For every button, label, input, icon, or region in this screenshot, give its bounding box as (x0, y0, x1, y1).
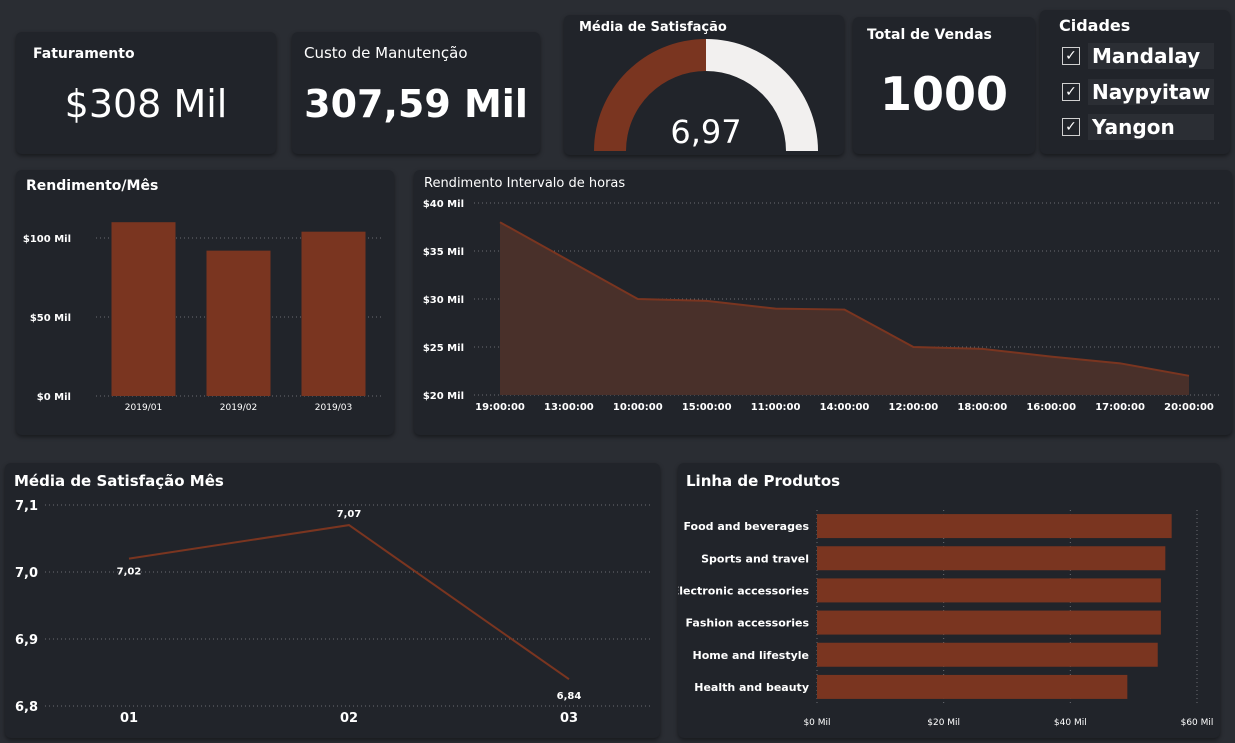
slicer-item-label: Naypyitaw (1088, 79, 1214, 105)
x-tick-label: 18:00:00 (957, 402, 1007, 413)
x-tick-label: 12:00:00 (889, 402, 939, 413)
x-tick-label: 2019/01 (125, 403, 162, 413)
vendas-value: 1000 (879, 67, 1009, 121)
bar (817, 546, 1166, 571)
gauge-value: 6,97 (670, 113, 741, 151)
vendas-title: Total de Vendas (867, 27, 992, 43)
bar (301, 231, 366, 396)
x-tick-label: 01 (120, 711, 138, 726)
rendimento-mes-card: Rendimento/Mês $0 Mil $50 Mil $100 Mil 2019… (16, 170, 394, 435)
slicer-item-yangon[interactable]: ✓ Yangon (1062, 113, 1214, 141)
checkbox-checked-icon[interactable]: ✓ (1062, 83, 1080, 101)
satisfacao-gauge: 6,97 (594, 39, 818, 151)
x-tick-label: 2019/02 (220, 403, 257, 413)
custo-card: Custo de Manutenção 307,59 Mil (292, 32, 540, 154)
faturamento-title: Faturamento (33, 46, 135, 62)
y-tick-label: 6,8 (15, 700, 38, 715)
data-label: 7,02 (117, 567, 142, 578)
cidades-title: Cidades (1059, 16, 1131, 35)
slicer-item-label: Yangon (1088, 114, 1214, 140)
bar (817, 674, 1128, 699)
data-label: 7,07 (337, 509, 362, 520)
y-tick-label: Sports and travel (701, 552, 809, 565)
satisfacao-gauge-card: Média de Satisfação 6,97 (564, 15, 844, 155)
x-tick-label: $20 Mil (927, 718, 960, 728)
satisfacao-mes-chart: 6,8 6,9 7,0 7,1 7,02 01 7,07 02 6,84 03 (15, 499, 650, 726)
bar (817, 578, 1161, 603)
bar (206, 250, 271, 396)
y-tick-label: Health and beauty (694, 681, 809, 694)
bar (817, 610, 1161, 635)
satisfacao-mes-card: Média de Satisfação Mês 6,8 6,9 7,0 7,1 7,02… (5, 463, 660, 738)
y-tick-label: $0 Mil (37, 392, 71, 403)
y-tick-label: $30 Mil (423, 295, 464, 306)
y-tick-label: 7,1 (15, 499, 38, 514)
x-tick-label: 15:00:00 (682, 402, 732, 413)
vendas-card: Total de Vendas 1000 (853, 17, 1035, 154)
x-tick-label: 20:00:00 (1164, 402, 1214, 413)
x-tick-label: 02 (340, 711, 358, 726)
x-tick-label: 10:00:00 (613, 402, 663, 413)
x-tick-label: $60 Mil (1181, 718, 1214, 728)
y-tick-label: Home and lifestyle (693, 649, 809, 662)
y-tick-label: Food and beverages (683, 520, 809, 533)
x-tick-label: 03 (560, 711, 578, 726)
linha-produtos-chart: $0 Mil $20 Mil $40 Mil $60 Mil Food and beve… (678, 510, 1214, 728)
rendimento-mes-chart: $0 Mil $50 Mil $100 Mil 2019/01 2019/02 2019/… (23, 222, 381, 413)
y-tick-label: $50 Mil (30, 313, 71, 324)
y-tick-label: Fashion accessories (686, 617, 810, 630)
rendimento-horas-card: Rendimento Intervalo de horas $20 Mil $25… (414, 170, 1232, 435)
bar (111, 222, 176, 396)
slicer-item-naypyitaw[interactable]: ✓ Naypyitaw (1062, 78, 1214, 106)
x-tick-label: 16:00:00 (1026, 402, 1076, 413)
linha-produtos-card: Linha de Produtos $0 Mil $20 Mil $40 Mil $6… (678, 463, 1220, 738)
custo-value: 307,59 Mil (304, 82, 528, 126)
x-tick-label: 2019/03 (315, 403, 352, 413)
y-tick-label: $40 Mil (423, 199, 464, 210)
faturamento-card: Faturamento $308 Mil (16, 32, 276, 154)
x-tick-label: 11:00:00 (751, 402, 801, 413)
y-tick-label: $35 Mil (423, 247, 464, 258)
cidades-slicer: Cidades ✓ Mandalay ✓ Naypyitaw ✓ Yangon (1040, 10, 1230, 154)
faturamento-value: $308 Mil (64, 82, 228, 126)
x-tick-label: 17:00:00 (1095, 402, 1145, 413)
bar (817, 642, 1158, 667)
x-tick-label: 13:00:00 (544, 402, 594, 413)
custo-title: Custo de Manutenção (304, 44, 468, 62)
slicer-item-label: Mandalay (1088, 43, 1214, 69)
y-tick-label: $25 Mil (423, 343, 464, 354)
slicer-item-mandalay[interactable]: ✓ Mandalay (1062, 42, 1214, 70)
y-tick-label: 6,9 (15, 633, 38, 648)
x-tick-label: 14:00:00 (820, 402, 870, 413)
y-tick-label: Electronic accessories (678, 584, 809, 597)
x-tick-label: $0 Mil (803, 718, 830, 728)
x-tick-label: $40 Mil (1054, 718, 1087, 728)
bar (817, 514, 1172, 539)
x-tick-label: 19:00:00 (475, 402, 525, 413)
rendimento-horas-chart: $20 Mil $25 Mil $30 Mil $35 Mil $40 Mil 19:00… (423, 199, 1219, 413)
y-tick-label: $100 Mil (23, 234, 71, 245)
y-tick-label: 7,0 (15, 566, 38, 581)
checkbox-checked-icon[interactable]: ✓ (1062, 118, 1080, 136)
series-line (128, 524, 570, 681)
y-tick-label: $20 Mil (423, 391, 464, 402)
checkbox-checked-icon[interactable]: ✓ (1062, 47, 1080, 65)
data-label: 6,84 (557, 691, 582, 702)
